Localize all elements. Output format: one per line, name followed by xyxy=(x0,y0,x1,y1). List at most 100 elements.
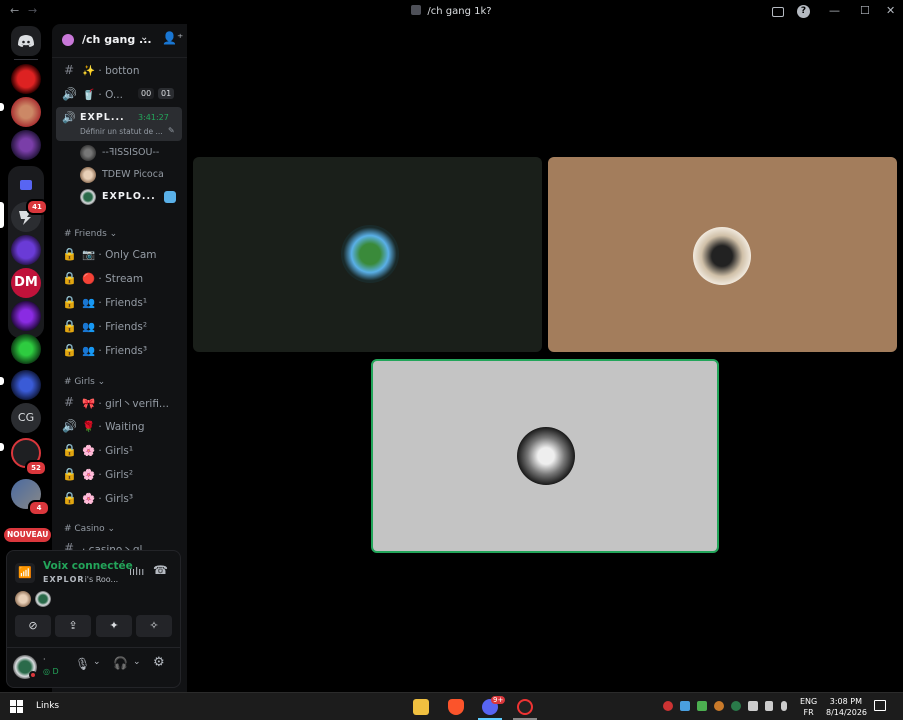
channel-girl-verif[interactable]: # 🎀 · girl丶verifi... xyxy=(58,391,182,413)
server-green-icon[interactable] xyxy=(11,334,41,364)
channel-emoji: 👥 xyxy=(82,297,96,309)
active-voice-channel[interactable]: 🔊 𝗘𝗫𝗣𝗟... 3:41:27 Définir un statut de .… xyxy=(56,107,182,141)
server-nexora-icon[interactable] xyxy=(11,370,41,400)
voice-user[interactable]: 𝗘𝗫𝗣𝗟𝗢... xyxy=(80,187,180,207)
tray-icon[interactable] xyxy=(731,701,741,711)
lang-text: ENG xyxy=(800,697,818,706)
lock-icon: 🔒 xyxy=(62,295,77,309)
brave-icon[interactable] xyxy=(448,699,464,715)
server-purple-icon[interactable] xyxy=(11,130,41,160)
channel-emoji: 🔴 xyxy=(82,273,96,285)
channel-emoji: 🌹 xyxy=(82,421,96,433)
channel-friends-3[interactable]: 🔒 👥 · Friends³ xyxy=(58,339,182,361)
signal-icon[interactable]: 📶 xyxy=(15,563,35,583)
channel-name: · Friends³ xyxy=(98,345,148,357)
channel-status[interactable]: Définir un statut de ... xyxy=(80,127,163,136)
channel-label: 🌸 · Girls¹ xyxy=(82,444,133,457)
inbox-icon[interactable] xyxy=(772,7,784,17)
discord-home-icon[interactable] xyxy=(11,26,41,56)
participant-avatar xyxy=(341,225,399,283)
microphone-tray-icon[interactable] xyxy=(781,701,787,711)
channel-label: 🥤 · O... xyxy=(82,88,123,101)
channel-name: · Friends² xyxy=(98,321,148,333)
server-dm-icon[interactable]: DM xyxy=(11,268,41,298)
channel-girls-3[interactable]: 🔒 🌸 · Girls³ xyxy=(58,487,182,509)
new-badge: NOUVEAU xyxy=(4,528,52,542)
add-member-icon[interactable]: 👤⁺ xyxy=(162,31,183,45)
server-rev-icon[interactable] xyxy=(11,64,41,94)
language-indicator[interactable]: ENG FR xyxy=(800,696,817,718)
channel-name: · Friends¹ xyxy=(98,297,148,309)
app-icon[interactable] xyxy=(517,699,533,715)
headphones-icon[interactable]: 🎧 xyxy=(113,656,128,670)
channel-only-cam[interactable]: 🔒 📷 · Only Cam xyxy=(58,243,182,265)
channel-botton[interactable]: # ✨ · botton xyxy=(58,59,182,81)
disconnect-icon[interactable]: ☎ xyxy=(153,563,168,577)
microphone-icon[interactable]: 🎙 xyxy=(75,657,90,671)
channel-emoji: 🌸 xyxy=(82,445,96,457)
speaker-icon: 🔊 xyxy=(62,419,77,433)
edit-icon[interactable]: ✎ xyxy=(168,126,175,135)
minimize-button[interactable]: — xyxy=(829,4,840,17)
file-explorer-icon[interactable] xyxy=(413,699,429,715)
channel-waiting[interactable]: 🔊 🌹 · Waiting xyxy=(58,415,182,437)
camera-off-button[interactable]: ⊘ xyxy=(15,615,51,637)
clock[interactable]: 3:08 PM 8/14/2026 xyxy=(826,696,867,718)
noise-suppression-icon[interactable]: ıılıı xyxy=(129,565,144,578)
server-avatar-icon[interactable] xyxy=(11,97,41,127)
soundboard-button[interactable]: ✧ xyxy=(136,615,172,637)
voice-user[interactable]: --ꟻISSISOU-- xyxy=(80,143,180,163)
tray-icon[interactable] xyxy=(714,701,724,711)
window-title: /ch gang 1k? xyxy=(0,5,903,17)
notification-center-icon[interactable] xyxy=(874,700,886,711)
call-timer: 3:41:27 xyxy=(138,113,169,122)
links-toolbar[interactable]: Links xyxy=(36,701,59,711)
channel-friends-2[interactable]: 🔒 👥 · Friends² xyxy=(58,315,182,337)
channel-girls-2[interactable]: 🔒 🌸 · Girls² xyxy=(58,463,182,485)
activities-button[interactable]: ✦ xyxy=(96,615,132,637)
network-icon[interactable] xyxy=(748,701,758,711)
voice-channel-name-main: 𝗘𝗫𝗣𝗟𝗢𝗥 xyxy=(43,575,85,584)
tray-icon[interactable] xyxy=(680,701,690,711)
voice-status[interactable]: Voix connectée xyxy=(43,560,133,572)
server-gambler-icon[interactable] xyxy=(11,235,41,265)
volume-icon[interactable] xyxy=(765,701,773,711)
participant-avatar[interactable] xyxy=(35,591,51,607)
folder-icon[interactable] xyxy=(11,170,41,200)
voice-user[interactable]: TDEW Picoca xyxy=(80,165,180,185)
channel-stream[interactable]: 🔒 🔴 · Stream xyxy=(58,267,182,289)
maximize-button[interactable]: ☐ xyxy=(860,4,870,17)
participant-avatar[interactable] xyxy=(15,591,31,607)
chevron-down-icon[interactable]: ⌄ xyxy=(133,657,141,667)
windows-start-icon[interactable] xyxy=(10,700,23,713)
server-cg-icon[interactable]: CG xyxy=(11,403,41,433)
participant-tile[interactable] xyxy=(548,157,897,352)
screen-share-button[interactable]: ⇪ xyxy=(55,615,91,637)
category-girls[interactable]: # Girls ⌄ xyxy=(64,377,105,387)
channel-friends-1[interactable]: 🔒 👥 · Friends¹ xyxy=(58,291,182,313)
tray-icon[interactable] xyxy=(697,701,707,711)
gear-icon[interactable]: ⚙ xyxy=(153,655,165,670)
selected-pill xyxy=(0,202,4,228)
user-limit: 01 xyxy=(158,88,175,99)
tray-icon[interactable] xyxy=(663,701,673,711)
user-name[interactable]: · xyxy=(43,655,46,664)
region-text: FR xyxy=(803,708,814,717)
chevron-down-icon[interactable]: ⌄ xyxy=(93,657,101,667)
voice-channel-name[interactable]: 𝗘𝗫𝗣𝗟𝗢𝗥i's Roo... xyxy=(43,575,118,584)
guild-header[interactable]: /ch gang ... ⌄ 👤⁺ xyxy=(52,24,187,58)
channel-voice-o[interactable]: 🔊 🥤 · O... 00 01 xyxy=(58,83,182,105)
participant-tile[interactable] xyxy=(193,157,542,352)
speaker-icon: 🔊 xyxy=(62,87,77,101)
close-button[interactable]: ✕ xyxy=(886,4,895,17)
category-casino[interactable]: # Casino ⌄ xyxy=(64,524,115,534)
category-friends[interactable]: # Friends ⌄ xyxy=(64,229,117,239)
participant-tile-speaking[interactable] xyxy=(371,359,719,553)
channel-name: · casino丶gl... xyxy=(82,544,153,550)
channel-girls-1[interactable]: 🔒 🌸 · Girls¹ xyxy=(58,439,182,461)
channel-casino[interactable]: # · casino丶gl... xyxy=(58,538,182,550)
help-icon[interactable]: ? xyxy=(797,5,810,18)
avatar xyxy=(80,145,96,161)
server-casa-icon[interactable] xyxy=(11,301,41,331)
channel-label: 🌸 · Girls² xyxy=(82,468,133,481)
